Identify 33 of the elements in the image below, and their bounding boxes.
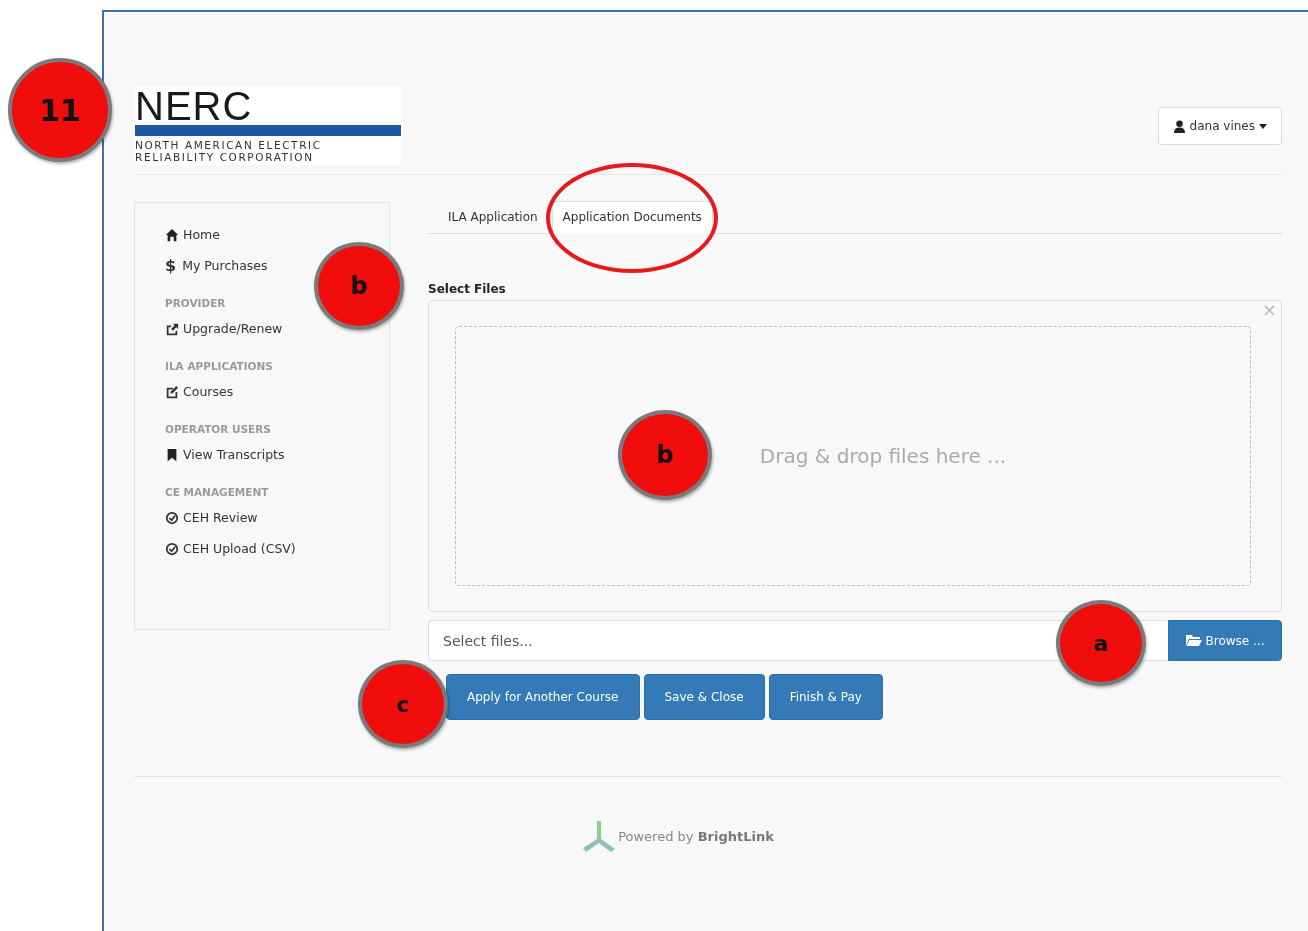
user-menu-button[interactable]: dana vines <box>1157 107 1282 145</box>
sidebar-link[interactable]: Home <box>165 219 220 250</box>
edit-icon <box>165 384 179 399</box>
home-icon <box>165 227 179 242</box>
action-button[interactable]: Apply for Another Course <box>446 674 640 720</box>
caret-icon <box>1259 123 1267 129</box>
check-circle-icon <box>165 541 179 556</box>
sidebar-link[interactable]: Upgrade/Renew <box>165 313 283 344</box>
section-heading: OPERATOR USERS <box>165 423 271 437</box>
select-files-label: Select Files <box>428 282 506 296</box>
section-heading: PROVIDER <box>165 297 226 311</box>
tab[interactable]: ILA Application <box>428 202 548 233</box>
section-heading: CE MANAGEMENT <box>165 486 269 500</box>
share-icon <box>165 321 179 336</box>
powered-by-text: Powered by BrightLink <box>618 828 774 844</box>
tab[interactable]: Application Documents <box>551 201 713 234</box>
sidebar-link[interactable]: $ My Purchases <box>165 250 268 281</box>
bookmark-icon <box>165 447 179 462</box>
action-button[interactable]: Finish & Pay <box>768 674 883 720</box>
sidebar-link[interactable]: Courses <box>165 376 234 407</box>
folder-icon <box>1185 634 1202 647</box>
drop-hint: Drag & drop files here ... <box>759 444 1007 468</box>
sidebar-link[interactable]: View Transcripts <box>165 439 285 470</box>
user-icon <box>1172 119 1186 133</box>
browse-button[interactable]: Browse ... <box>1168 620 1282 661</box>
check-circle-icon <box>165 510 179 525</box>
section-heading: ILA APPLICATIONS <box>165 360 273 374</box>
brightlink-logo-icon <box>582 819 617 853</box>
sidebar-link[interactable]: CEH Review <box>165 502 258 533</box>
sidebar-link[interactable]: CEH Upload (CSV) <box>165 533 296 564</box>
nerc-logo: NERC NORTH AMERICAN ELECTRIC RELIABILITY CORPORATION <box>135 86 401 165</box>
action-button[interactable]: Save & Close <box>643 674 765 720</box>
callout-marker: 11 <box>8 58 112 162</box>
